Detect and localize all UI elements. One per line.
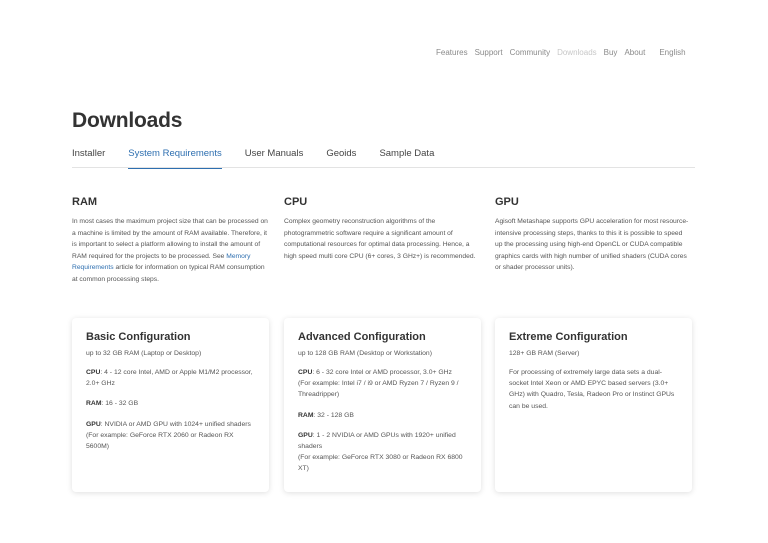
advanced-gpu-spec: GPU: 1 - 2 NVIDIA or AMD GPUs with 1920+… (298, 430, 467, 475)
language-selector[interactable]: English (659, 48, 685, 57)
top-nav: Features Support Community Downloads Buy… (436, 48, 686, 57)
basic-cpu-value: : 4 - 12 core Intel, AMD or Apple M1/M2 … (86, 369, 253, 388)
gpu-section: GPU Agisoft Metashape supports GPU accel… (495, 196, 691, 274)
advanced-cpu-spec: CPU: 6 - 32 core Intel or AMD processor,… (298, 367, 467, 401)
cpu-description: Complex geometry reconstruction algorith… (284, 218, 476, 260)
extreme-config-subtitle: 128+ GB RAM (Server) (509, 350, 580, 357)
basic-config-subtitle: up to 32 GB RAM (Laptop or Desktop) (86, 350, 202, 357)
page-title: Downloads (72, 109, 183, 132)
basic-gpu-value: : NVIDIA or AMD GPU with 1024+ unified s… (100, 420, 251, 428)
cpu-section: CPU Complex geometry reconstruction algo… (284, 196, 480, 262)
nav-support[interactable]: Support (475, 48, 503, 57)
advanced-cpu-label: CPU (298, 369, 313, 376)
basic-ram-spec: RAM: 16 - 32 GB (86, 398, 255, 409)
nav-community[interactable]: Community (510, 48, 550, 57)
basic-ram-label: RAM (86, 400, 102, 408)
downloads-tabs: Installer System Requirements User Manua… (72, 147, 695, 169)
cpu-heading: CPU (284, 196, 308, 208)
basic-cpu-spec: CPU: 4 - 12 core Intel, AMD or Apple M1/… (86, 367, 255, 389)
tab-system-requirements[interactable]: System Requirements (128, 147, 223, 169)
nav-downloads[interactable]: Downloads (557, 48, 597, 57)
advanced-ram-value: : 32 - 128 GB (313, 411, 354, 419)
tab-installer[interactable]: Installer (72, 147, 105, 168)
ram-heading: RAM (72, 196, 98, 208)
tab-user-manuals[interactable]: User Manuals (245, 147, 304, 168)
basic-gpu-example: (For example: GeForce RTX 2060 or Radeon… (86, 431, 234, 451)
gpu-description: Agisoft Metashape supports GPU accelerat… (495, 218, 689, 271)
advanced-gpu-value: : 1 - 2 NVIDIA or AMD GPUs with 1920+ un… (298, 431, 456, 451)
basic-ram-value: : 16 - 32 GB (101, 400, 139, 408)
advanced-ram-label: RAM (298, 411, 314, 419)
advanced-config-subtitle: up to 128 GB RAM (Desktop or Workstation… (298, 350, 432, 357)
nav-buy[interactable]: Buy (604, 48, 618, 57)
basic-config-title: Basic Configuration (86, 331, 191, 343)
advanced-ram-spec: RAM: 32 - 128 GB (298, 410, 467, 421)
tab-geoids[interactable]: Geoids (326, 147, 356, 168)
extreme-config-description: For processing of extremely large data s… (509, 369, 675, 410)
basic-config-card: Basic Configuration up to 32 GB RAM (Lap… (72, 318, 269, 492)
advanced-gpu-example: (For example: GeForce RTX 3080 or Radeon… (298, 454, 463, 473)
advanced-cpu-example: (For example: Intel i7 / i9 or AMD Ryzen… (298, 380, 459, 399)
advanced-config-title: Advanced Configuration (298, 331, 426, 343)
advanced-config-card: Advanced Configuration up to 128 GB RAM … (284, 318, 481, 492)
extreme-config-card: Extreme Configuration 128+ GB RAM (Serve… (495, 318, 692, 492)
basic-cpu-label: CPU (86, 369, 101, 376)
gpu-heading: GPU (495, 196, 519, 208)
basic-gpu-spec: GPU: NVIDIA or AMD GPU with 1024+ unifie… (86, 419, 255, 453)
basic-gpu-label: GPU (86, 420, 101, 428)
tab-sample-data[interactable]: Sample Data (379, 147, 434, 168)
ram-section: RAM In most cases the maximum project si… (72, 196, 268, 285)
advanced-cpu-value: : 6 - 32 core Intel or AMD processor, 3.… (312, 369, 452, 376)
nav-features[interactable]: Features (436, 48, 468, 57)
ram-description: In most cases the maximum project size t… (72, 216, 268, 285)
nav-about[interactable]: About (624, 48, 645, 57)
extreme-config-title: Extreme Configuration (509, 331, 628, 343)
advanced-gpu-label: GPU (298, 431, 313, 439)
